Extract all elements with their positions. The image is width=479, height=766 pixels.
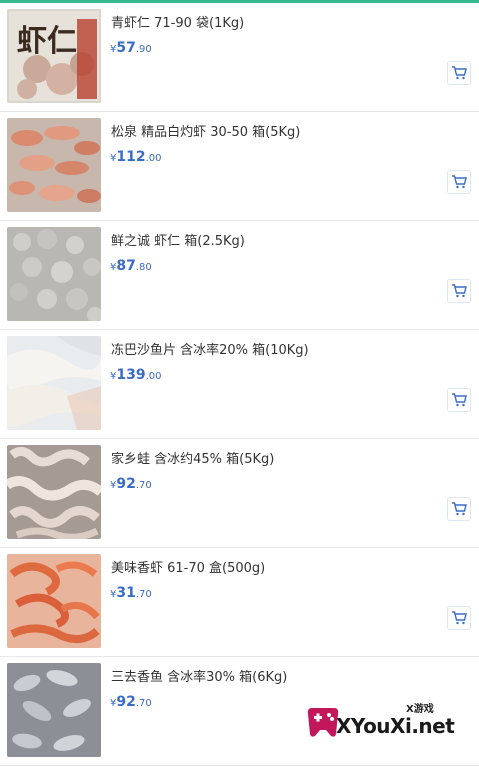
watermark-tag: X游戏 xyxy=(406,704,434,715)
cart-icon xyxy=(452,502,467,516)
add-to-cart-button[interactable] xyxy=(447,606,471,630)
product-item[interactable]: 冻巴沙鱼片 含冰率20% 箱(10Kg) ¥139.00 xyxy=(0,330,479,439)
product-price: ¥31.70 xyxy=(110,582,152,601)
cart-icon xyxy=(452,175,467,189)
price-integer: 57 xyxy=(116,40,136,56)
cart-icon xyxy=(452,393,467,407)
cart-icon xyxy=(452,284,467,298)
price-decimal: .00 xyxy=(145,371,162,382)
add-to-cart-button[interactable] xyxy=(447,170,471,194)
product-name[interactable]: 家乡蛙 含冰约45% 箱(5Kg) xyxy=(111,448,451,467)
product-item[interactable]: 家乡蛙 含冰约45% 箱(5Kg) ¥92.70 xyxy=(0,439,479,548)
product-item[interactable]: 虾仁 青虾仁 71-90 袋(1Kg) ¥57.90 xyxy=(0,3,479,112)
product-price: ¥112.00 xyxy=(110,146,162,165)
price-integer: 92 xyxy=(116,476,136,492)
price-integer: 92 xyxy=(116,694,136,710)
add-to-cart-button[interactable] xyxy=(447,61,471,85)
product-list: 虾仁 青虾仁 71-90 袋(1Kg) ¥57.90 松泉 精品白灼虾 30-5… xyxy=(0,3,479,766)
price-integer: 139 xyxy=(116,367,146,383)
price-integer: 87 xyxy=(116,258,136,274)
product-image[interactable] xyxy=(7,336,101,430)
watermark: X游戏 XYouXi.net xyxy=(306,700,478,755)
price-integer: 112 xyxy=(116,149,146,165)
product-image[interactable] xyxy=(7,227,101,321)
watermark-text: XYouXi.net xyxy=(336,714,455,738)
price-decimal: .80 xyxy=(135,262,152,273)
product-item[interactable]: 松泉 精品白灼虾 30-50 箱(5Kg) ¥112.00 xyxy=(0,112,479,221)
product-name[interactable]: 三去香鱼 含冰率30% 箱(6Kg) xyxy=(111,666,451,685)
product-name[interactable]: 青虾仁 71-90 袋(1Kg) xyxy=(111,12,451,31)
price-integer: 31 xyxy=(116,585,136,601)
product-image[interactable] xyxy=(7,663,101,757)
add-to-cart-button[interactable] xyxy=(447,279,471,303)
product-item[interactable]: 美味香虾 61-70 盒(500g) ¥31.70 xyxy=(0,548,479,657)
product-price: ¥92.70 xyxy=(110,473,152,492)
product-price: ¥87.80 xyxy=(110,255,152,274)
product-name[interactable]: 美味香虾 61-70 盒(500g) xyxy=(111,557,451,576)
product-name[interactable]: 松泉 精品白灼虾 30-50 箱(5Kg) xyxy=(111,121,451,140)
product-price: ¥139.00 xyxy=(110,364,162,383)
add-to-cart-button[interactable] xyxy=(447,497,471,521)
product-image[interactable] xyxy=(7,445,101,539)
price-decimal: .90 xyxy=(135,44,152,55)
product-name[interactable]: 冻巴沙鱼片 含冰率20% 箱(10Kg) xyxy=(111,339,451,358)
product-price: ¥57.90 xyxy=(110,37,152,56)
price-decimal: .70 xyxy=(135,589,152,600)
cart-icon xyxy=(452,66,467,80)
product-image[interactable] xyxy=(7,554,101,648)
thumb-label: 虾仁 xyxy=(17,24,77,59)
product-price: ¥92.70 xyxy=(110,691,152,710)
price-decimal: .70 xyxy=(135,480,152,491)
gamepad-logo-icon xyxy=(307,708,339,737)
product-item[interactable]: 鲜之诚 虾仁 箱(2.5Kg) ¥87.80 xyxy=(0,221,479,330)
product-image[interactable]: 虾仁 xyxy=(7,9,101,103)
product-image[interactable] xyxy=(7,118,101,212)
price-decimal: .70 xyxy=(135,698,152,709)
product-name[interactable]: 鲜之诚 虾仁 箱(2.5Kg) xyxy=(111,230,451,249)
price-decimal: .00 xyxy=(145,153,162,164)
cart-icon xyxy=(452,611,467,625)
add-to-cart-button[interactable] xyxy=(447,388,471,412)
